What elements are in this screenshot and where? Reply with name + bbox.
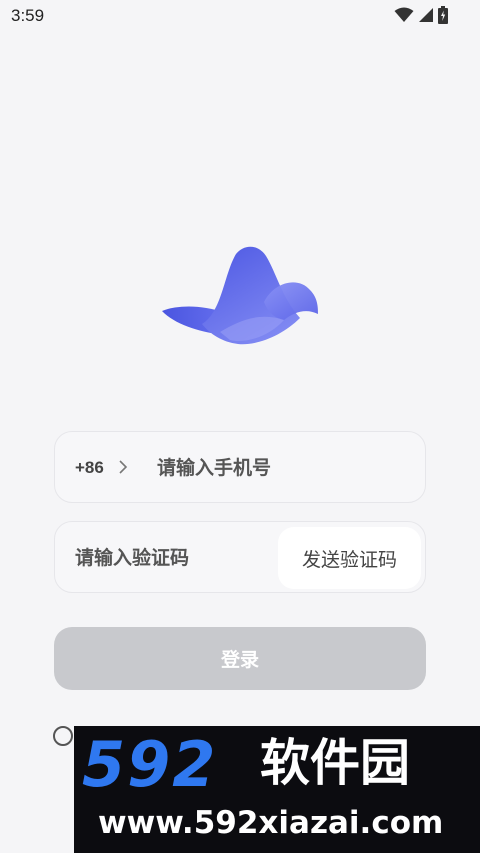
- status-time: 3:59: [11, 6, 45, 25]
- chevron-right-icon[interactable]: [118, 459, 128, 479]
- phone-input[interactable]: [157, 454, 407, 482]
- bird-logo: [160, 240, 326, 350]
- verification-code-field: 发送验证码: [54, 521, 426, 593]
- send-code-button[interactable]: 发送验证码: [278, 527, 421, 589]
- watermark-name: 软件园: [260, 734, 410, 792]
- country-code-selector[interactable]: +86: [75, 458, 104, 478]
- battery-charging-icon: [438, 6, 448, 24]
- status-bar: 3:59: [0, 0, 480, 34]
- signal-icon: [418, 7, 434, 23]
- login-button[interactable]: 登录: [54, 627, 426, 690]
- watermark-number: 592: [82, 728, 218, 801]
- watermark-banner: 592 软件园 www.592xiazai.com: [74, 726, 480, 853]
- wifi-icon: [394, 7, 414, 23]
- agreement-radio[interactable]: [53, 726, 73, 746]
- status-icons: [394, 6, 448, 24]
- verification-code-input[interactable]: [75, 544, 275, 572]
- watermark-url: www.592xiazai.com: [98, 805, 444, 841]
- phone-field: +86: [54, 431, 426, 503]
